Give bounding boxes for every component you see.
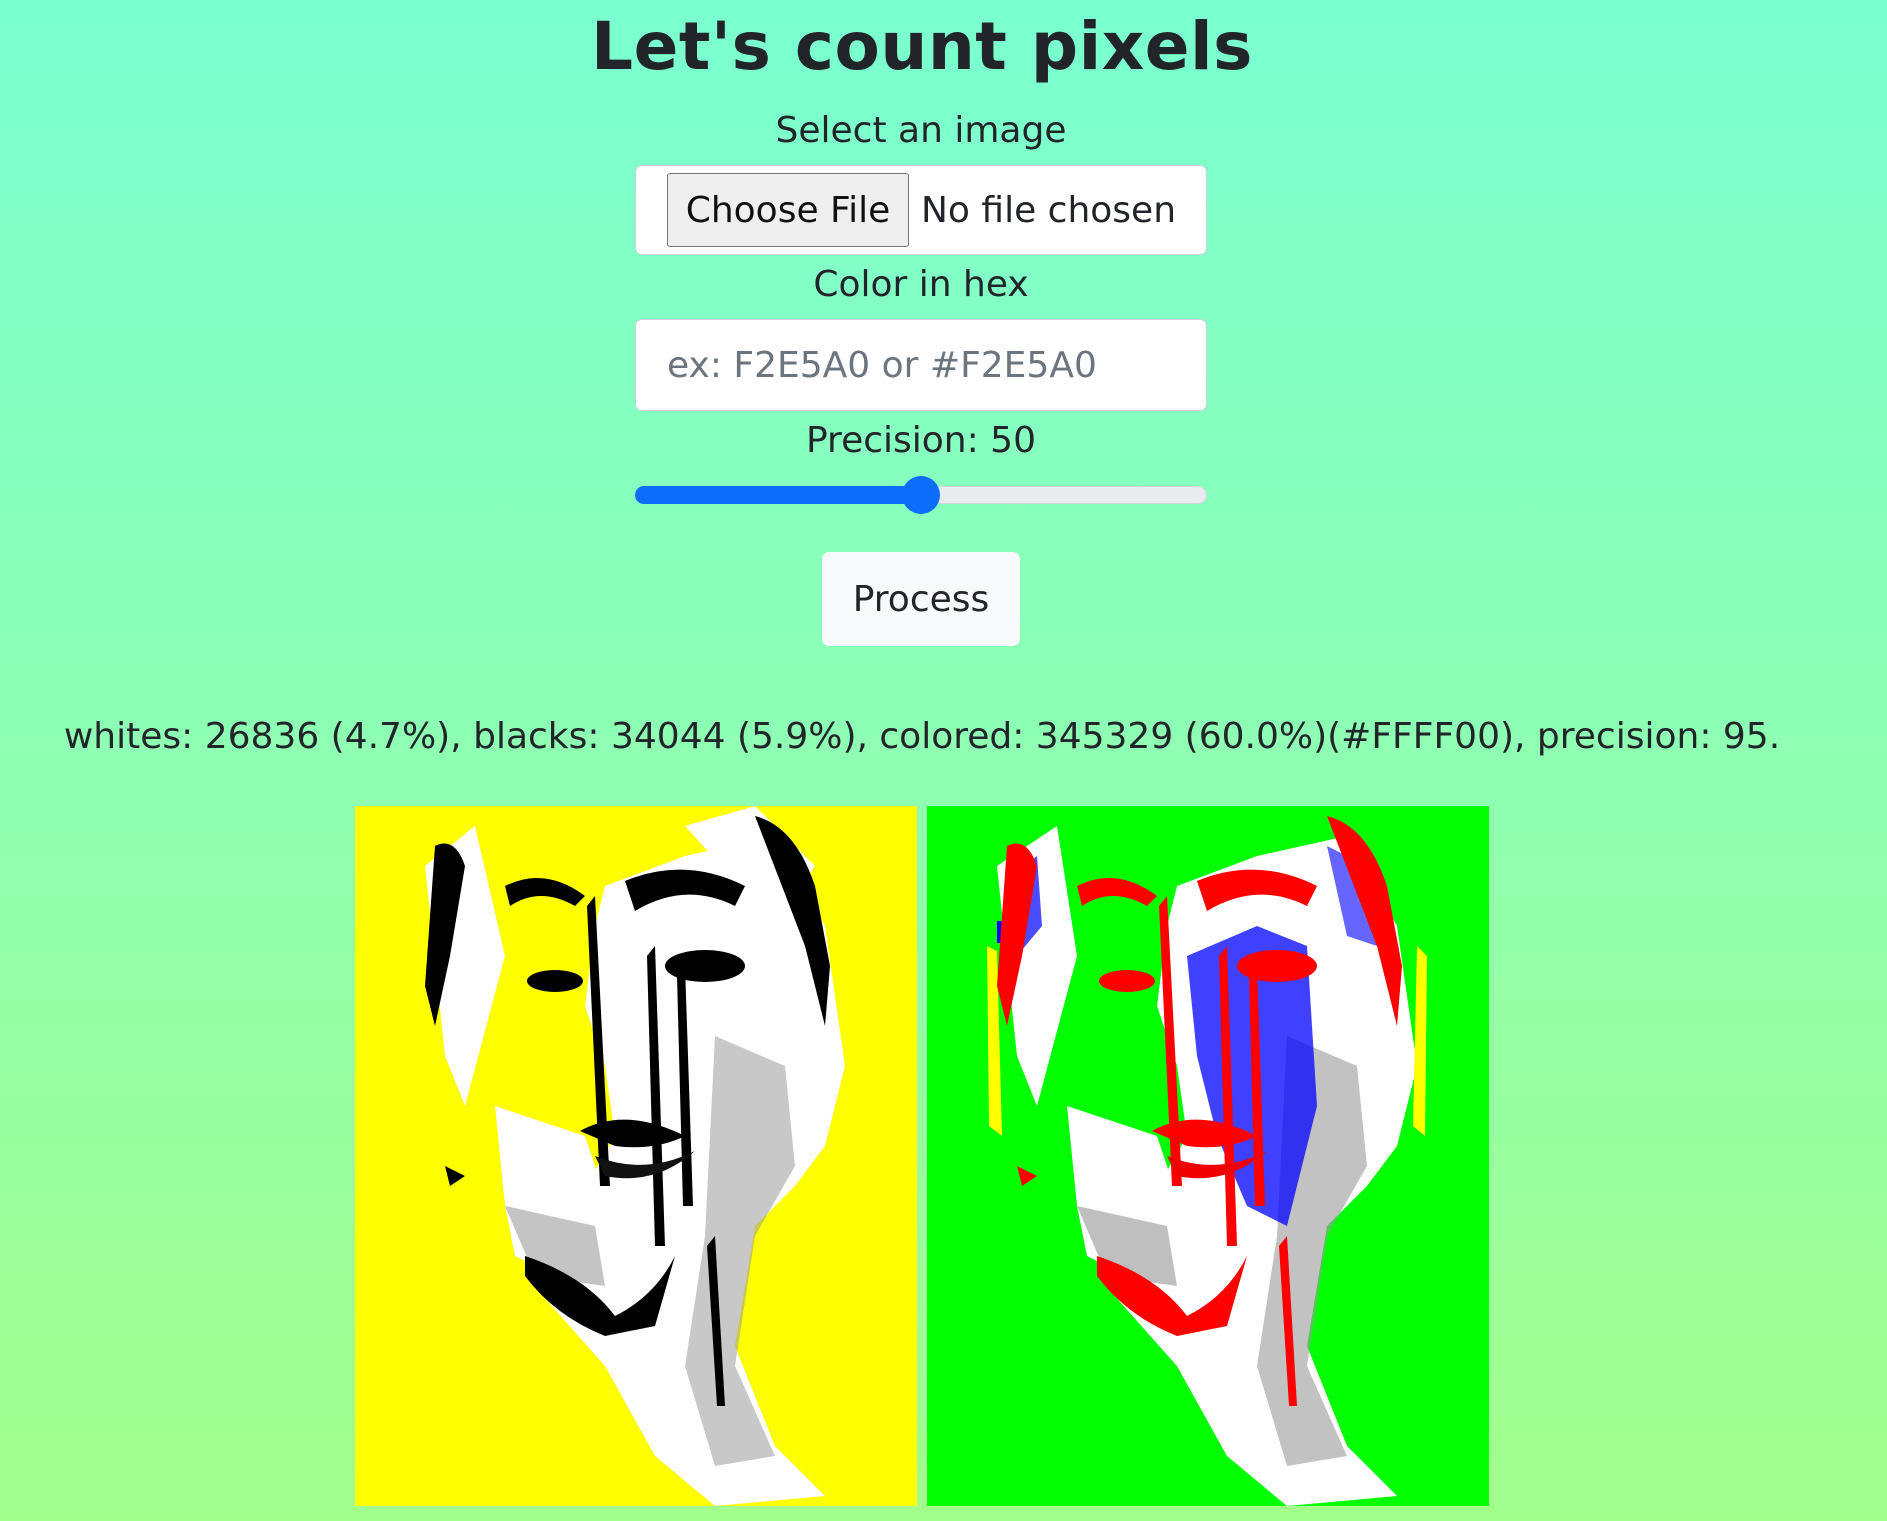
image-label: Select an image <box>775 110 1067 151</box>
process-button[interactable]: Process <box>822 552 1020 646</box>
color-label: Color in hex <box>813 264 1029 305</box>
file-input[interactable]: Choose File No file chosen <box>635 165 1207 255</box>
color-hex-input[interactable] <box>635 319 1207 411</box>
precision-slider[interactable] <box>635 473 1207 517</box>
processed-image <box>927 806 1489 1506</box>
pixel-form: Select an image Choose File No file chos… <box>635 105 1207 517</box>
precision-label: Precision: 50 <box>805 420 1036 461</box>
original-portrait-image <box>425 806 845 1506</box>
choose-file-button[interactable]: Choose File <box>667 173 909 247</box>
file-status: No file chosen <box>921 189 1177 231</box>
processed-portrait-image <box>987 816 1427 1506</box>
image-results <box>355 806 1489 1506</box>
result-text: whites: 26836 (4.7%), blacks: 34044 (5.9… <box>63 716 1781 757</box>
page-title: Let's count pixels <box>591 8 1253 85</box>
slider-fill <box>635 486 921 504</box>
original-image <box>355 806 917 1506</box>
slider-thumb[interactable] <box>902 476 940 514</box>
page: Let's count pixels Select an image Choos… <box>0 0 1887 1521</box>
